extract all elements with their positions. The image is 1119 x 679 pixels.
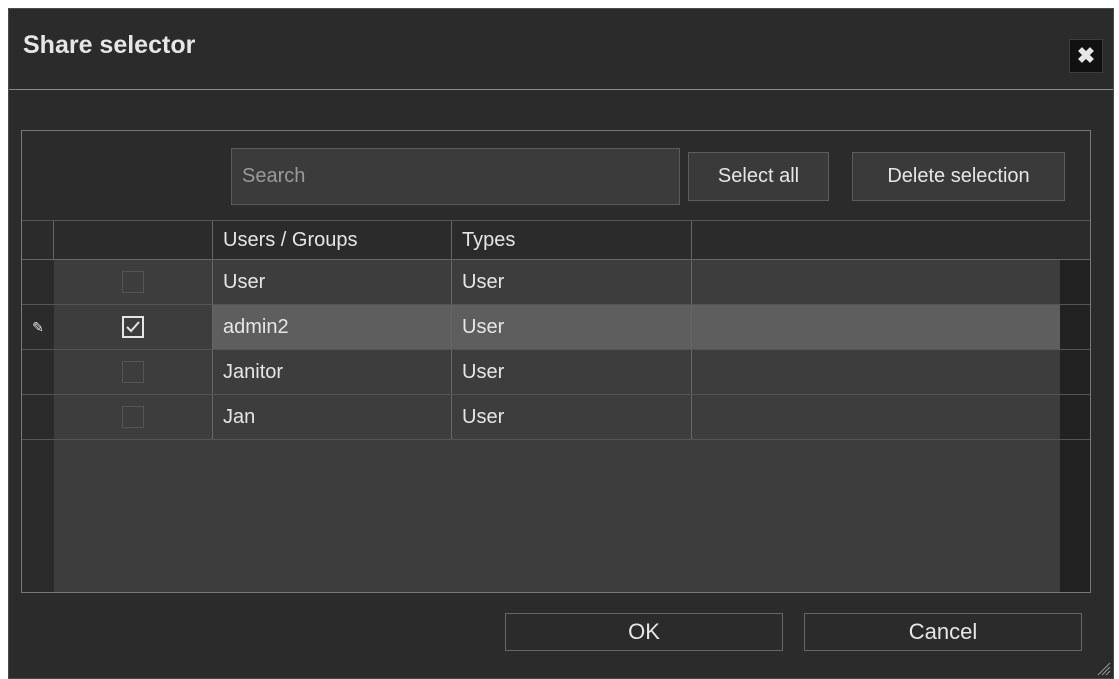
row-checkbox-cell[interactable] <box>54 395 213 439</box>
row-checkbox[interactable] <box>122 406 144 428</box>
row-filler <box>692 305 1060 349</box>
row-checkbox-cell[interactable] <box>54 350 213 394</box>
resize-grip-icon[interactable] <box>1095 660 1111 676</box>
ok-button[interactable]: OK <box>505 613 783 651</box>
column-header-types[interactable]: Types <box>452 221 692 259</box>
row-indicator: ✎ <box>22 305 54 349</box>
users-groups-grid: Users / Groups Types User User ✎ admin2 … <box>22 220 1090 592</box>
search-input[interactable] <box>231 148 680 205</box>
row-indicator <box>22 260 54 304</box>
share-selector-dialog: Share selector ✖ Select all Delete selec… <box>8 8 1114 679</box>
table-row[interactable]: ✎ admin2 User <box>22 305 1090 350</box>
row-checkbox[interactable] <box>122 271 144 293</box>
cancel-button[interactable]: Cancel <box>804 613 1082 651</box>
table-row[interactable]: Jan User <box>22 395 1090 440</box>
row-checkbox-cell[interactable] <box>54 305 213 349</box>
row-indicator <box>22 395 54 439</box>
row-checkbox[interactable] <box>122 361 144 383</box>
table-row[interactable]: Janitor User <box>22 350 1090 395</box>
close-icon: ✖ <box>1076 43 1096 68</box>
row-checkbox[interactable] <box>122 316 144 338</box>
close-button[interactable]: ✖ <box>1069 39 1103 73</box>
row-indicator <box>22 350 54 394</box>
checkmark-icon <box>126 321 140 333</box>
row-filler <box>692 260 1060 304</box>
row-type: User <box>452 395 692 439</box>
header-filler-cell <box>692 221 1090 259</box>
title-bar[interactable]: Share selector ✖ <box>9 9 1113 90</box>
row-checkbox-cell[interactable] <box>54 260 213 304</box>
row-name: Janitor <box>213 350 452 394</box>
delete-selection-button[interactable]: Delete selection <box>852 152 1065 201</box>
header-checkbox-cell <box>54 221 213 259</box>
row-name: Jan <box>213 395 452 439</box>
header-indicator-cell <box>22 221 54 259</box>
grid-header-row: Users / Groups Types <box>22 220 1090 260</box>
row-type: User <box>452 305 692 349</box>
selection-panel: Select all Delete selection Users / Grou… <box>21 130 1091 593</box>
dialog-title: Share selector <box>23 31 196 59</box>
table-row[interactable]: User User <box>22 260 1090 305</box>
row-name: User <box>213 260 452 304</box>
row-filler <box>692 350 1060 394</box>
column-header-users-groups[interactable]: Users / Groups <box>213 221 452 259</box>
row-type: User <box>452 260 692 304</box>
select-all-button[interactable]: Select all <box>688 152 829 201</box>
row-filler <box>692 395 1060 439</box>
row-type: User <box>452 350 692 394</box>
row-name: admin2 <box>213 305 452 349</box>
edit-pencil-icon: ✎ <box>32 318 44 335</box>
